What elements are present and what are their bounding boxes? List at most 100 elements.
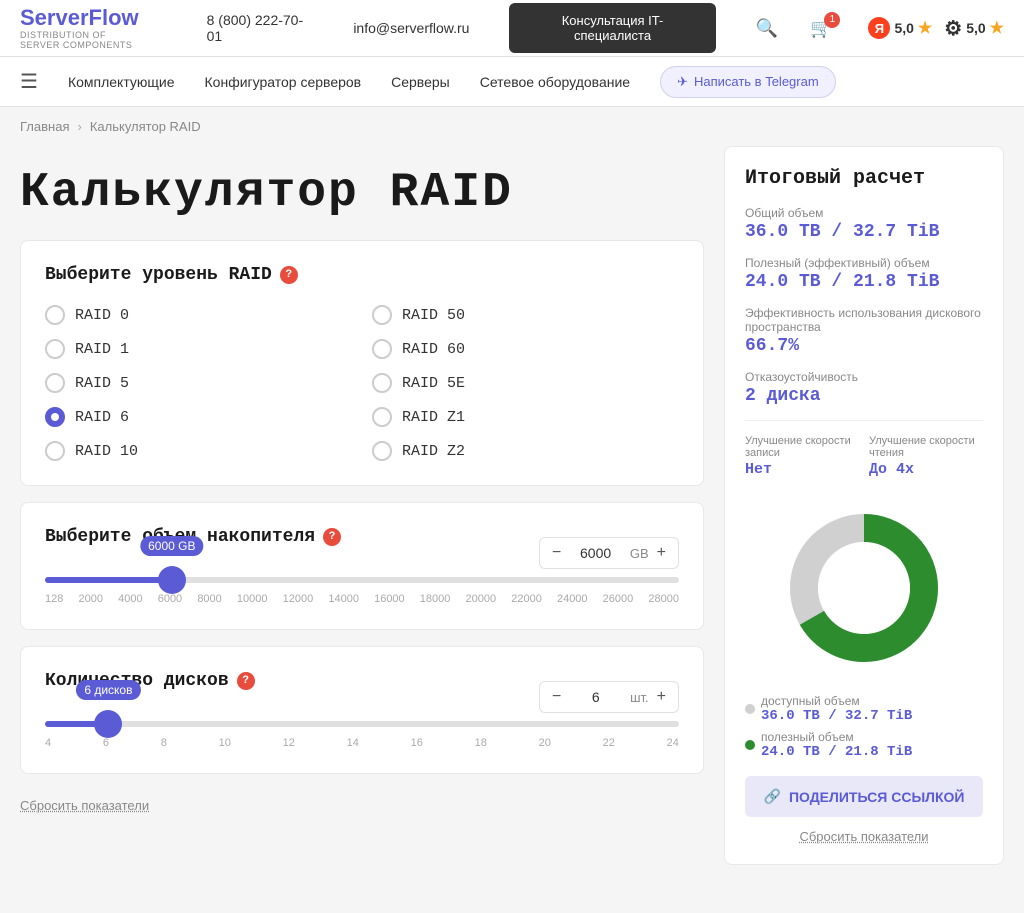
raid-option-raid0[interactable]: RAID 0	[45, 305, 352, 325]
yandex-icon: Я	[868, 17, 890, 39]
summary-title: Итоговый расчет	[745, 167, 983, 190]
search-icon[interactable]: 🔍	[756, 18, 778, 39]
email-address: info@serverflow.ru	[353, 20, 469, 36]
disk-count-help-icon[interactable]: ?	[237, 672, 255, 690]
radio-raidz1[interactable]	[372, 407, 392, 427]
disk-size-controls: − 6000 GB + 6000 GB 128 2000 4	[45, 577, 679, 605]
yandex-rating: Я 5,0 ★	[868, 17, 932, 39]
nav-servers[interactable]: Серверы	[391, 74, 450, 90]
disk-count-controls: − 6 шт. + 6 дисков 4 6 8	[45, 721, 679, 749]
disk-size-increment[interactable]: +	[657, 544, 666, 562]
legend-useful-val: 24.0 ТВ / 21.8 TiB	[761, 744, 912, 760]
disk-size-input-group: − 6000 GB +	[539, 537, 679, 569]
breadcrumb-home[interactable]: Главная	[20, 119, 69, 134]
useful-volume-label: Полезный (эффективный) объем	[745, 256, 983, 270]
raid-option-raid10[interactable]: RAID 10	[45, 441, 352, 461]
nav-network[interactable]: Сетевое оборудование	[480, 74, 630, 90]
disk-count-ticks: 4 6 8 10 12 14 16 18 20 22 24	[45, 737, 679, 749]
raid-level-title: Выберите уровень RAID ?	[45, 265, 679, 285]
raid-option-raidz2[interactable]: RAID Z2	[372, 441, 679, 461]
breadcrumb-current: Калькулятор RAID	[90, 119, 201, 134]
reset-link-left[interactable]: Сбросить показатели	[20, 798, 149, 813]
left-panel: Калькулятор RAID Выберите уровень RAID ?…	[20, 146, 704, 865]
share-button[interactable]: 🔗 ПОДЕЛИТЬСЯ ССЫЛКОЙ	[745, 776, 983, 817]
disk-size-slider[interactable]: 6000 GB 128 2000 4000 6000 8000 10000 12…	[45, 577, 679, 605]
radio-raid10[interactable]	[45, 441, 65, 461]
raid-option-raidz1[interactable]: RAID Z1	[372, 407, 679, 427]
divider	[745, 420, 983, 421]
donut-chart	[774, 498, 954, 678]
disk-size-thumb[interactable]: 6000 GB	[158, 566, 186, 594]
google-star: ★	[990, 18, 1004, 38]
disk-count-thumb[interactable]: 6 дисков	[94, 710, 122, 738]
write-speed-value: Нет	[745, 461, 859, 478]
disk-count-unit: шт.	[630, 690, 649, 705]
disk-count-input-group: − 6 шт. +	[539, 681, 679, 713]
disk-size-value: 6000	[569, 545, 622, 561]
disk-count-slider[interactable]: 6 дисков 4 6 8 10 12 14 16 18 20 22	[45, 721, 679, 749]
logo-server: Server	[20, 5, 89, 30]
breadcrumb-separator: ›	[77, 119, 81, 134]
radio-raid1[interactable]	[45, 339, 65, 359]
raid-option-raid5[interactable]: RAID 5	[45, 373, 352, 393]
read-speed-label: Улучшение скорости чтения	[869, 435, 983, 459]
yandex-star: ★	[918, 18, 932, 38]
share-icon: 🔗	[764, 788, 781, 805]
disk-size-fill	[45, 577, 172, 583]
raid-option-raid5e[interactable]: RAID 5E	[372, 373, 679, 393]
raid-options-grid: RAID 0 RAID 1 RAID 5 RAID 6	[45, 305, 679, 461]
disk-count-track: 6 дисков	[45, 721, 679, 727]
read-speed-value: До 4х	[869, 461, 983, 478]
donut-center	[818, 542, 910, 634]
logo-flow: Flow	[89, 5, 139, 30]
raid-option-raid50[interactable]: RAID 50	[372, 305, 679, 325]
cart-icon[interactable]: 🛒 1	[810, 18, 832, 39]
radio-raid5[interactable]	[45, 373, 65, 393]
nav-configurator[interactable]: Конфигуратор серверов	[205, 74, 362, 90]
disk-count-increment[interactable]: +	[657, 688, 666, 706]
radio-raid6[interactable]	[45, 407, 65, 427]
main-layout: Калькулятор RAID Выберите уровень RAID ?…	[0, 146, 1024, 895]
cart-badge: 1	[824, 12, 840, 28]
disk-count-decrement[interactable]: −	[552, 688, 561, 706]
efficiency-label: Эффективность использования дискового пр…	[745, 306, 983, 334]
donut-legend: доступный объем 36.0 ТВ / 32.7 TiB полез…	[745, 694, 983, 760]
raid-help-icon[interactable]: ?	[280, 266, 298, 284]
disk-size-unit: GB	[630, 546, 649, 561]
logo: ServerFlow DISTRIBUTION OF SERVER COMPON…	[20, 6, 139, 50]
breadcrumb: Главная › Калькулятор RAID	[0, 107, 1024, 146]
legend-total-val: 36.0 ТВ / 32.7 TiB	[761, 708, 912, 724]
right-panel: Итоговый расчет Общий объем 36.0 ТВ / 32…	[724, 146, 1004, 865]
legend-total: доступный объем 36.0 ТВ / 32.7 TiB	[745, 694, 983, 724]
speed-grid: Улучшение скорости записи Нет Улучшение …	[745, 435, 983, 478]
reset-link-summary[interactable]: Сбросить показатели	[745, 829, 983, 844]
total-volume-value: 36.0 ТВ / 32.7 TiB	[745, 222, 983, 242]
donut-chart-wrapper	[745, 498, 983, 678]
raid-option-raid60[interactable]: RAID 60	[372, 339, 679, 359]
disk-size-track: 6000 GB	[45, 577, 679, 583]
disk-size-help-icon[interactable]: ?	[323, 528, 341, 546]
legend-dot-total	[745, 704, 755, 714]
raid-option-raid1[interactable]: RAID 1	[45, 339, 352, 359]
disk-size-decrement[interactable]: −	[552, 544, 561, 562]
radio-raid50[interactable]	[372, 305, 392, 325]
disk-count-value: 6	[569, 689, 622, 705]
logo-text: ServerFlow	[20, 6, 139, 30]
telegram-button[interactable]: ✈ Написать в Telegram	[660, 66, 836, 98]
radio-raid60[interactable]	[372, 339, 392, 359]
fault-tolerance-value: 2 диска	[745, 386, 983, 406]
raid-option-raid6[interactable]: RAID 6	[45, 407, 352, 427]
write-speed-label: Улучшение скорости записи	[745, 435, 859, 459]
legend-dot-useful	[745, 740, 755, 750]
nav-parts[interactable]: Комплектующие	[68, 74, 175, 90]
consult-button[interactable]: Консультация IT-специалиста	[509, 3, 715, 53]
disk-size-ticks: 128 2000 4000 6000 8000 10000 12000 1400…	[45, 593, 679, 605]
hamburger-icon[interactable]: ☰	[20, 69, 38, 94]
header: ServerFlow DISTRIBUTION OF SERVER COMPON…	[0, 0, 1024, 57]
radio-raid5e[interactable]	[372, 373, 392, 393]
radio-raidz2[interactable]	[372, 441, 392, 461]
radio-raid0[interactable]	[45, 305, 65, 325]
page-title: Калькулятор RAID	[20, 166, 704, 220]
useful-volume-value: 24.0 ТВ / 21.8 TiB	[745, 272, 983, 292]
raid-level-card: Выберите уровень RAID ? RAID 0 RAID 1 R	[20, 240, 704, 486]
